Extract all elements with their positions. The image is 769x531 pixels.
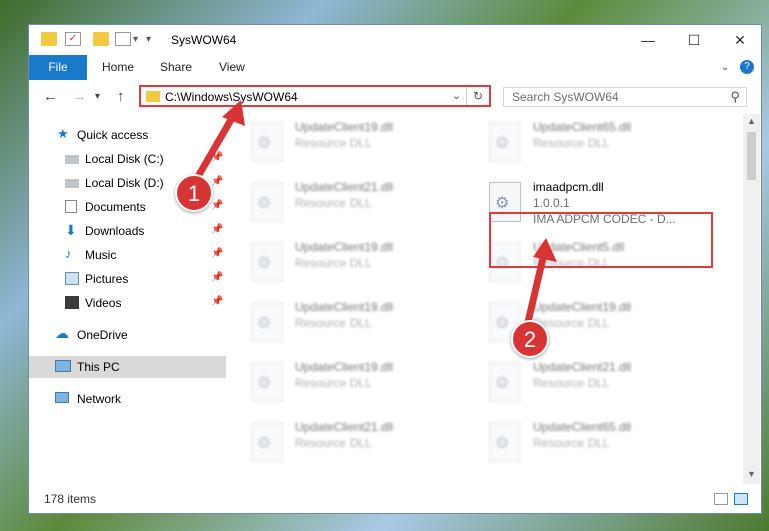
step-1-badge: 1 xyxy=(175,174,213,212)
step-2-badge: 2 xyxy=(511,320,549,358)
arrow-to-file xyxy=(524,254,547,326)
callout-arrows xyxy=(192,100,557,326)
arrow-head-2 xyxy=(533,238,557,262)
arrow-to-address-bar xyxy=(192,114,236,184)
